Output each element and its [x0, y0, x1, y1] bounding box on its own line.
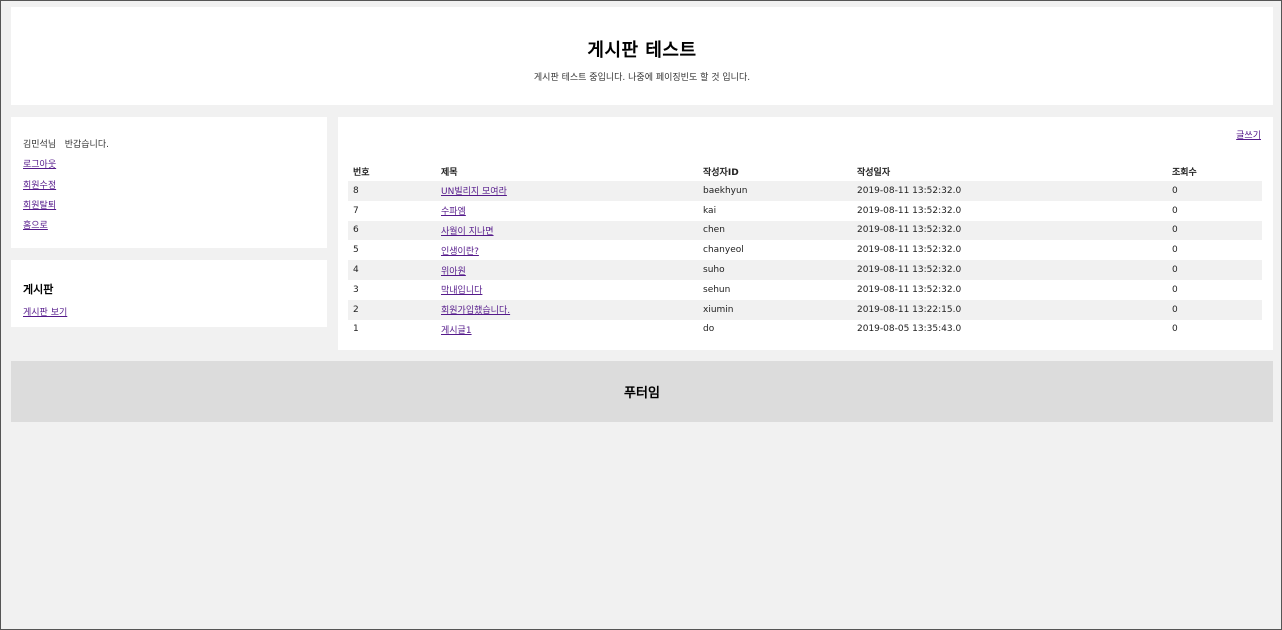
post-author: xiumin: [698, 299, 852, 320]
post-title-link[interactable]: 위아원: [441, 267, 466, 277]
table-row: 7 수파엠 kai 2019-08-11 13:52:32.0 0: [348, 201, 1262, 221]
post-number: 2: [348, 299, 436, 320]
withdraw-link[interactable]: 회원탈퇴: [23, 198, 56, 211]
post-title-link[interactable]: 수파엠: [441, 207, 466, 217]
home-link[interactable]: 홈으로: [23, 218, 48, 231]
post-date: 2019-08-11 13:52:32.0: [852, 181, 1167, 201]
post-views: 0: [1172, 205, 1178, 216]
post-author: baekhyun: [698, 181, 852, 201]
post-title-link[interactable]: UN빌리지 모여라: [441, 187, 507, 197]
write-post-link[interactable]: 글쓰기: [1236, 128, 1261, 141]
post-views: 0: [1167, 181, 1262, 201]
table-row: 8 UN빌리지 모여라 baekhyun 2019-08-11 13:52:32.0 0: [348, 181, 1262, 201]
post-date: 2019-08-11 13:52:32.0: [857, 205, 962, 216]
page-frame: 게시판 테스트 게시판 테스트 중입니다. 나중에 페이징빈도 할 것 입니다.…: [0, 0, 1282, 630]
greeting-text: 김민석님 반갑습니다.: [23, 140, 109, 150]
table-row: 1 게시글1 do 2019-08-05 13:35:43.0 0: [348, 320, 1262, 340]
page-subtitle: 게시판 테스트 중입니다. 나중에 페이징빈도 할 것 입니다.: [533, 73, 751, 83]
footer-text: 푸터임: [624, 386, 660, 401]
post-date: 2019-08-11 13:52:32.0: [857, 245, 962, 256]
user-panel: 김민석님 반갑습니다. 로그아웃 회원수정 회원탈퇴 홈으로: [11, 117, 327, 248]
post-title-link-cell: 인생이란?: [436, 240, 698, 260]
table-row: 6 사월이 지나면 chen 2019-08-11 13:52:32.0 0: [348, 220, 1262, 241]
edit-profile-link[interactable]: 회원수정: [23, 178, 56, 191]
post-number: 1: [353, 324, 359, 335]
post-table: 번호 제목 작성자ID 작성일자 조회수 8 UN빌리지 모여라 baekhyun 2…: [348, 161, 1262, 339]
post-author: chen: [698, 220, 852, 241]
post-views: 0: [1167, 220, 1262, 241]
post-author: kai: [703, 205, 717, 216]
table-row: 3 막내입니다 sehun 2019-08-11 13:52:32.0 0: [348, 280, 1262, 300]
post-number: 3: [353, 284, 359, 295]
post-title-link[interactable]: 막내입니다: [441, 286, 482, 296]
post-number: 5: [353, 245, 359, 256]
board-list-panel: 글쓰기 번호 제목 작성자ID 작성일자 조회수 8 UN빌리지 모여라 baekh…: [338, 117, 1273, 350]
post-number: 6: [348, 220, 436, 241]
table-row: 2 회원가입했습니다. xiumin 2019-08-11 13:22:15.0 0: [348, 299, 1262, 320]
post-title-link-cell: UN빌리지 모여라: [436, 181, 698, 201]
page-header: 게시판 테스트 게시판 테스트 중입니다. 나중에 페이징빈도 할 것 입니다.: [11, 7, 1273, 105]
post-views: 0: [1167, 299, 1262, 320]
post-title-link-cell: 사월이 지나면: [436, 220, 698, 241]
post-views: 0: [1167, 260, 1262, 280]
post-title-link-cell: 회원가입했습니다.: [436, 299, 698, 320]
post-number: 4: [348, 260, 436, 280]
page-footer: 푸터임: [11, 361, 1273, 422]
post-date: 2019-08-11 13:52:32.0: [852, 220, 1167, 241]
post-title-link-cell: 막내입니다: [436, 280, 698, 300]
post-views: 0: [1172, 284, 1178, 295]
post-date: 2019-08-11 13:22:15.0: [852, 299, 1167, 320]
post-title-link[interactable]: 회원가입했습니다.: [441, 306, 510, 316]
post-title-link-cell: 게시글1: [436, 320, 698, 340]
table-header-row: 번호 제목 작성자ID 작성일자 조회수: [348, 161, 1262, 181]
board-heading: 게시판: [23, 283, 54, 296]
post-number: 8: [348, 181, 436, 201]
post-title-link-cell: 수파엠: [436, 201, 698, 221]
table-row: 5 인생이란? chanyeol 2019-08-11 13:52:32.0 0: [348, 240, 1262, 260]
col-header-views: 조회수: [1172, 167, 1197, 178]
post-author: sehun: [703, 284, 731, 295]
post-date: 2019-08-05 13:35:43.0: [857, 324, 962, 335]
table-row: 4 위아원 suho 2019-08-11 13:52:32.0 0: [348, 260, 1262, 280]
col-header-number: 번호: [353, 167, 370, 178]
post-number: 7: [353, 205, 359, 216]
post-date: 2019-08-11 13:52:32.0: [857, 284, 962, 295]
col-header-author: 작성자ID: [703, 167, 739, 178]
post-author: suho: [698, 260, 852, 280]
post-title-link-cell: 위아원: [436, 260, 698, 280]
post-title-link[interactable]: 게시글1: [441, 326, 472, 336]
post-title-link[interactable]: 사월이 지나면: [441, 227, 494, 237]
view-board-link[interactable]: 게시판 보기: [23, 305, 67, 318]
post-author: do: [703, 324, 715, 335]
post-author: chanyeol: [703, 245, 744, 256]
post-views: 0: [1172, 245, 1178, 256]
page-title: 게시판 테스트: [587, 40, 697, 61]
logout-link[interactable]: 로그아웃: [23, 157, 56, 170]
col-header-title: 제목: [441, 167, 458, 178]
post-views: 0: [1172, 324, 1178, 335]
col-header-date: 작성일자: [857, 167, 891, 178]
post-date: 2019-08-11 13:52:32.0: [852, 260, 1167, 280]
post-title-link[interactable]: 인생이란?: [441, 247, 479, 257]
board-panel: 게시판 게시판 보기: [11, 260, 327, 327]
